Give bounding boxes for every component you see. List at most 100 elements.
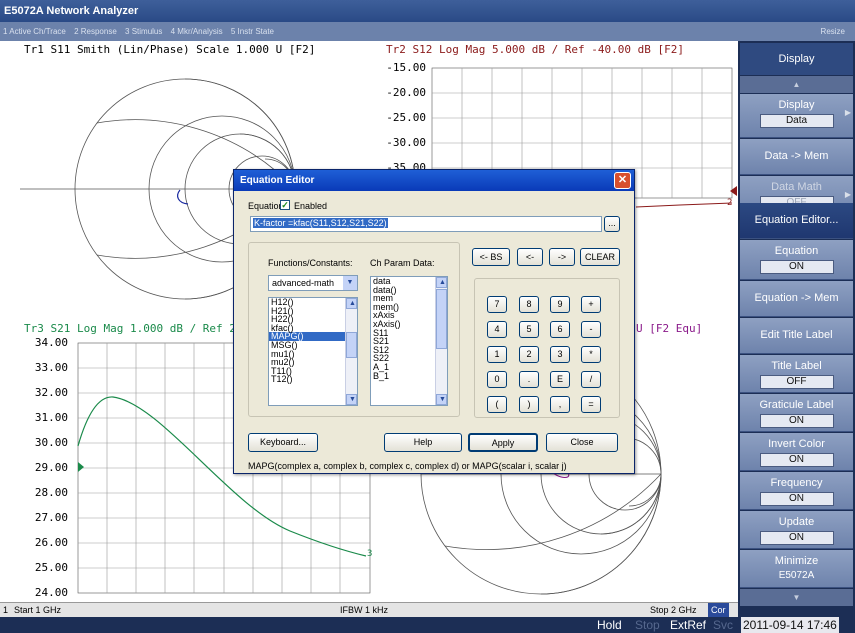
scroll-down-icon[interactable]: ▼ — [346, 394, 357, 405]
keypad-key[interactable]: = — [581, 396, 601, 413]
keypad-key[interactable]: 8 — [519, 296, 539, 313]
stop-status: Stop — [635, 618, 660, 632]
keypad-key[interactable]: 9 — [550, 296, 570, 313]
triangle-up-icon: ▲ — [792, 80, 801, 89]
clear-button[interactable]: CLEAR — [580, 248, 620, 266]
keypad-key[interactable]: / — [581, 371, 601, 388]
softkey-invert-color[interactable]: Invert Color ON — [740, 433, 853, 471]
keypad-key[interactable]: - — [581, 321, 601, 338]
menu-stimulus[interactable]: 3 Stimulus — [125, 27, 162, 36]
equation-input[interactable]: K-factor =kfac(S11,S12,S21,S22) — [250, 216, 602, 232]
keypad-key[interactable]: 2 — [519, 346, 539, 363]
svc-status: Svc — [713, 618, 734, 632]
functions-scrollbar[interactable]: ▲ ▼ — [345, 298, 357, 405]
softkey-frequency[interactable]: Frequency ON — [740, 472, 853, 510]
keypad-key[interactable]: 7 — [487, 296, 507, 313]
enabled-checkbox[interactable]: ✓ — [280, 200, 290, 210]
datetime: 2011-09-14 17:46 — [741, 617, 839, 633]
hold-status: Hold — [597, 618, 622, 632]
tr1-title[interactable]: Tr1 S11 Smith (Lin/Phase) Scale 1.000 U … — [24, 43, 315, 56]
tr4-title[interactable]: U [F2 Equ] — [636, 322, 702, 335]
dialog-close-button[interactable]: ✕ — [614, 172, 631, 189]
keypad-key[interactable]: * — [581, 346, 601, 363]
scroll-down-button[interactable]: ▼ — [740, 589, 853, 606]
tr2-tick: -30.00 — [386, 136, 426, 149]
tr3-end-label: 3 — [367, 549, 373, 559]
keypad-key[interactable]: 3 — [550, 346, 570, 363]
status-bar: 1 Start 1 GHz IFBW 1 kHz Stop 2 GHz Cor — [0, 602, 738, 617]
functions-label: Functions/Constants: — [268, 258, 353, 268]
menu-header: Display — [740, 43, 853, 75]
softkey-equation[interactable]: Equation ON — [740, 240, 853, 280]
cursor-right-button[interactable]: -> — [549, 248, 575, 266]
keypad-key[interactable]: ( — [487, 396, 507, 413]
browse-button[interactable]: ... — [604, 216, 620, 232]
tr3-title[interactable]: Tr3 S21 Log Mag 1.000 dB / Ref 2 — [24, 322, 236, 335]
softkey-equation-editor[interactable]: Equation Editor... — [740, 203, 853, 239]
softkey-update[interactable]: Update ON — [740, 511, 853, 549]
tr2-tick: -15.00 — [386, 61, 426, 74]
menu-mkr-analysis[interactable]: 4 Mkr/Analysis — [171, 27, 223, 36]
submenu-arrow-icon: ▶ — [844, 190, 851, 199]
ifbw[interactable]: IFBW 1 kHz — [340, 603, 388, 617]
scroll-thumb[interactable] — [346, 332, 357, 358]
tr2-title[interactable]: Tr2 S12 Log Mag 5.000 dB / Ref -40.00 dB… — [386, 43, 684, 56]
softkey-graticule-label[interactable]: Graticule Label ON — [740, 394, 853, 432]
keyboard-button[interactable]: Keyboard... — [248, 433, 318, 452]
keypad-key[interactable]: 4 — [487, 321, 507, 338]
tr3-tick: 34.00 — [34, 336, 68, 349]
softkey-edit-title-label[interactable]: Edit Title Label — [740, 318, 853, 354]
functions-list[interactable]: H12() H21() H22() kfac() MAPG() MSG() mu… — [268, 297, 358, 406]
keypad-key[interactable]: 5 — [519, 321, 539, 338]
scroll-down-icon[interactable]: ▼ — [436, 394, 447, 405]
menu-bar: 1 Active Ch/Trace 2 Response 3 Stimulus … — [0, 22, 855, 41]
chparam-scrollbar[interactable]: ▲ ▼ — [435, 277, 447, 405]
chparam-list[interactable]: data data() mem mem() xAxis xAxis() S11 … — [370, 276, 448, 406]
scroll-thumb[interactable] — [436, 289, 447, 349]
keypad-key[interactable]: + — [581, 296, 601, 313]
softkey-minimize[interactable]: Minimize E5072A — [740, 550, 853, 588]
softkey-title-label[interactable]: Title Label OFF — [740, 355, 853, 393]
tr3-tick: 24.00 — [34, 586, 68, 599]
menu-resize[interactable]: Resize — [821, 22, 845, 41]
softkey-equation-to-mem[interactable]: Equation -> Mem — [740, 281, 853, 317]
scroll-up-icon[interactable]: ▲ — [346, 298, 357, 309]
keypad-key[interactable]: , — [550, 396, 570, 413]
softkey-display[interactable]: Display Data ▶ — [740, 94, 853, 138]
apply-button[interactable]: Apply — [468, 433, 538, 452]
start-frequency[interactable]: Start 1 GHz — [14, 603, 61, 617]
tr3-tick: 33.00 — [34, 361, 68, 374]
list-item[interactable]: T12() — [269, 375, 357, 384]
keypad-key[interactable]: . — [519, 371, 539, 388]
menu-response[interactable]: 2 Response — [74, 27, 117, 36]
help-button[interactable]: Help — [384, 433, 462, 452]
softkey-data-to-mem[interactable]: Data -> Mem — [740, 139, 853, 175]
tr3-ref-marker — [78, 462, 84, 472]
dialog-title: Equation Editor — [234, 170, 634, 191]
close-button[interactable]: Close — [546, 433, 618, 452]
close-icon: ✕ — [617, 174, 628, 186]
tr3-tick: 29.00 — [34, 461, 68, 474]
softkey-menu: Display ▲ Display Data ▶ Data -> Mem Dat… — [738, 41, 855, 617]
stop-frequency[interactable]: Stop 2 GHz — [650, 603, 697, 617]
scroll-up-button[interactable]: ▲ — [740, 76, 853, 93]
backspace-button[interactable]: <- BS — [472, 248, 510, 266]
tr2-ref-marker — [730, 186, 737, 196]
tr3-tick: 25.00 — [34, 561, 68, 574]
menu-active-ch-trace[interactable]: 1 Active Ch/Trace — [3, 27, 66, 36]
keypad-key[interactable]: 6 — [550, 321, 570, 338]
category-select[interactable]: advanced-math ▼ — [268, 275, 358, 291]
tr2-tick: -20.00 — [386, 86, 426, 99]
keypad-key[interactable]: 1 — [487, 346, 507, 363]
keypad-key[interactable]: 0 — [487, 371, 507, 388]
tr3-tick: 28.00 — [34, 486, 68, 499]
keypad-key[interactable]: E — [550, 371, 570, 388]
cursor-left-button[interactable]: <- — [517, 248, 543, 266]
window-title: E5072A Network Analyzer — [0, 0, 855, 22]
menu-instr-state[interactable]: 5 Instr State — [231, 27, 274, 36]
scroll-up-icon[interactable]: ▲ — [436, 277, 447, 288]
chevron-down-icon: ▼ — [343, 276, 357, 290]
function-hint: MAPG(complex a, complex b, complex c, co… — [248, 461, 567, 471]
keypad-key[interactable]: ) — [519, 396, 539, 413]
tr3-tick: 26.00 — [34, 536, 68, 549]
